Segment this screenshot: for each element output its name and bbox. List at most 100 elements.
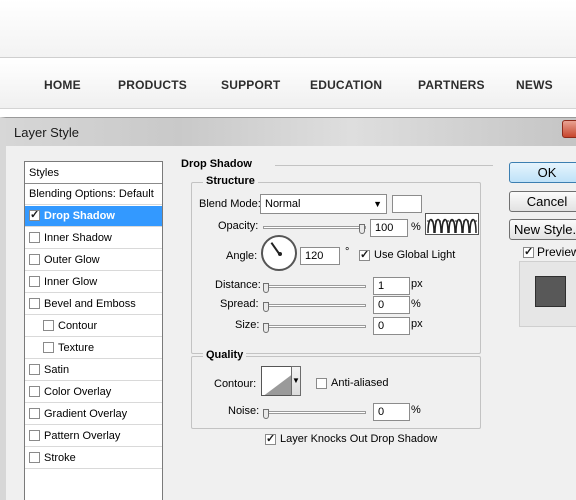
style-item[interactable]: Texture — [25, 338, 162, 359]
style-item-checkbox[interactable] — [29, 208, 40, 221]
style-item-checkbox[interactable] — [29, 232, 40, 243]
style-item[interactable]: Bevel and Emboss — [25, 294, 162, 315]
use-global-light-checkbox[interactable] — [359, 248, 370, 261]
site-header — [0, 0, 576, 58]
size-input[interactable]: 0 — [373, 317, 410, 335]
opacity-slider-track[interactable] — [263, 226, 366, 229]
nav-support[interactable]: SUPPORT — [221, 78, 280, 92]
size-label: Size: — [235, 319, 260, 331]
layer-style-dialog: Layer Style Styles Blending Options: Def… — [0, 117, 576, 500]
anti-aliased-checkbox[interactable] — [316, 378, 327, 389]
style-item-checkbox[interactable] — [29, 276, 40, 287]
nav-home[interactable]: HOME — [44, 78, 81, 92]
style-item-label: Gradient Overlay — [44, 408, 128, 420]
spread-label: Spread: — [220, 298, 259, 310]
cancel-button[interactable]: Cancel — [509, 191, 576, 212]
style-item-label: Color Overlay — [44, 386, 112, 398]
distance-input[interactable]: 1 — [373, 277, 410, 295]
size-unit: px — [411, 318, 423, 330]
shadow-color-swatch[interactable] — [392, 195, 422, 213]
style-item[interactable]: Outer Glow — [25, 250, 162, 271]
style-item-label: Bevel and Emboss — [44, 298, 136, 310]
nav-products[interactable]: PRODUCTS — [118, 78, 187, 92]
style-item[interactable]: Inner Glow — [25, 272, 162, 293]
use-global-light-label: Use Global Light — [374, 249, 456, 261]
spread-input[interactable]: 0 — [373, 296, 410, 314]
styles-list-header[interactable]: Styles — [25, 162, 162, 184]
style-item-checkbox[interactable] — [29, 364, 40, 375]
structure-title: Structure — [203, 175, 258, 187]
style-item[interactable]: Satin — [25, 360, 162, 381]
angle-dial[interactable] — [261, 235, 297, 271]
style-item[interactable]: Stroke — [25, 448, 162, 469]
style-item-checkbox[interactable] — [29, 386, 40, 397]
size-slider-track[interactable] — [263, 325, 366, 328]
style-item-checkbox[interactable] — [43, 320, 54, 331]
contour-label: Contour: — [214, 378, 257, 390]
noise-slider-track[interactable] — [263, 411, 366, 414]
section-divider — [275, 165, 493, 166]
close-icon[interactable] — [562, 120, 576, 138]
spread-slider-track[interactable] — [263, 304, 366, 307]
opacity-unit: % — [411, 221, 421, 233]
noise-input[interactable]: 0 — [373, 403, 410, 421]
style-item-label: Inner Shadow — [44, 232, 112, 244]
preview-thumbnail — [535, 276, 566, 307]
spread-unit: % — [411, 298, 421, 310]
style-item-label: Inner Glow — [44, 276, 98, 288]
style-item-label: Pattern Overlay — [44, 430, 121, 442]
style-item[interactable]: Gradient Overlay — [25, 404, 162, 425]
style-item-label: Outer Glow — [44, 254, 100, 266]
angle-label: Angle: — [226, 250, 258, 262]
quality-title: Quality — [203, 349, 247, 361]
style-item-checkbox[interactable] — [29, 408, 40, 419]
opacity-label: Opacity: — [218, 220, 259, 232]
dialog-body: Styles Blending Options: Default Drop Sha… — [6, 146, 576, 500]
style-item-checkbox[interactable] — [29, 254, 40, 265]
nav-education[interactable]: EDUCATION — [310, 78, 382, 92]
blend-mode-select[interactable]: Normal ▼ — [260, 194, 387, 214]
style-item-checkbox[interactable] — [43, 342, 54, 353]
styles-list: Styles Blending Options: Default Drop Sha… — [24, 161, 163, 500]
nav-news[interactable]: NEWS — [516, 78, 553, 92]
style-item[interactable]: Drop Shadow — [25, 206, 162, 227]
style-item[interactable]: Inner Shadow — [25, 228, 162, 249]
site-nav-bar: HOME PRODUCTS SUPPORT EDUCATION PARTNERS… — [0, 59, 576, 109]
style-item-label: Contour — [58, 320, 98, 332]
size-slider-thumb[interactable] — [263, 323, 269, 333]
distance-label: Distance: — [215, 279, 261, 291]
style-item[interactable]: Blending Options: Default — [25, 184, 162, 205]
style-item-checkbox[interactable] — [29, 298, 40, 309]
style-item[interactable]: Color Overlay — [25, 382, 162, 403]
distance-slider-track[interactable] — [263, 285, 366, 288]
opacity-slider-thumb[interactable] — [359, 224, 365, 234]
dialog-title: Layer Style — [14, 125, 80, 140]
noise-slider-thumb[interactable] — [263, 409, 269, 419]
blend-mode-label: Blend Mode: — [199, 198, 261, 210]
knockout-checkbox[interactable] — [265, 432, 276, 445]
anti-aliased-label: Anti-aliased — [331, 377, 389, 389]
style-item-label: Satin — [44, 364, 70, 376]
noise-unit: % — [411, 404, 421, 416]
style-item-label: Drop Shadow — [44, 210, 115, 222]
angle-unit: ° — [345, 246, 350, 258]
opacity-input[interactable]: 100 — [370, 219, 408, 237]
preview-checkbox[interactable] — [523, 245, 534, 258]
distance-slider-thumb[interactable] — [263, 283, 269, 293]
angle-input[interactable]: 120 — [300, 247, 340, 265]
style-item-checkbox[interactable] — [29, 430, 40, 441]
style-item[interactable]: Pattern Overlay — [25, 426, 162, 447]
curves-icon[interactable] — [425, 213, 479, 235]
contour-dropdown-arrow[interactable]: ▼ — [291, 366, 301, 396]
noise-label: Noise: — [228, 405, 260, 417]
style-item-checkbox[interactable] — [29, 452, 40, 463]
style-item[interactable]: Contour — [25, 316, 162, 337]
styles-header-label: Styles — [29, 167, 59, 179]
dialog-titlebar[interactable]: Layer Style — [6, 118, 576, 146]
ok-button[interactable]: OK — [509, 162, 576, 183]
nav-partners[interactable]: PARTNERS — [418, 78, 485, 92]
style-item-label: Blending Options: Default — [29, 188, 154, 200]
quality-group — [191, 356, 481, 429]
new-style-button[interactable]: New Style... — [509, 219, 576, 240]
spread-slider-thumb[interactable] — [263, 302, 269, 312]
